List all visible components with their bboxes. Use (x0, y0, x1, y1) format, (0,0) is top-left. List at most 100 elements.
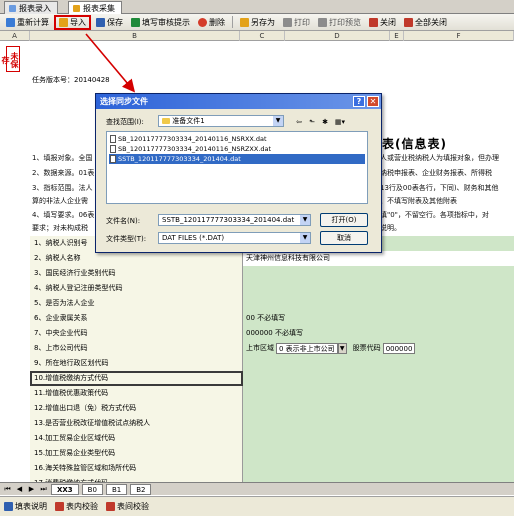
chevron-down-icon[interactable]: ▼ (300, 215, 310, 225)
back-icon[interactable]: ⇦ (294, 117, 304, 127)
file-item-selected[interactable]: SSTB_120117777303334_201404.dat (109, 154, 365, 164)
row-value[interactable]: 天津神州信息科技有限公司 (243, 251, 514, 266)
row-label[interactable]: 3、国民经济行业类别代码 (30, 266, 243, 281)
lookin-value: 准备文件1 (172, 117, 205, 125)
new-folder-icon[interactable]: ✱ (320, 117, 330, 127)
row-value[interactable] (243, 401, 514, 416)
row-value[interactable] (243, 356, 514, 371)
note-line: 2、数据来源。01表 (32, 169, 95, 177)
row-value[interactable] (243, 386, 514, 401)
last-sheet-icon[interactable]: ⏭ (39, 485, 48, 494)
column-header[interactable]: B (30, 31, 240, 41)
lookin-combo[interactable]: 准备文件1 ▼ (158, 115, 284, 127)
delete-button[interactable]: 删除 (195, 15, 228, 29)
fill-instructions-button[interactable]: 填表说明 (4, 501, 47, 512)
note-line: 3、指标范围。法人 (32, 184, 93, 192)
cross-check-label: 表间校验 (117, 502, 149, 511)
up-folder-icon[interactable]: ⬑ (307, 117, 317, 127)
row-label[interactable]: 2、纳税人名称 (30, 251, 243, 266)
listed-area-select[interactable]: 0 表示非上市公司 (276, 342, 338, 354)
filetype-label: 文件类型(T): (106, 235, 147, 243)
chevron-down-icon[interactable]: ▼ (273, 116, 283, 126)
column-header[interactable]: C (240, 31, 285, 41)
print-button[interactable]: 打印 (280, 15, 313, 29)
cross-check-button[interactable]: 表间校验 (106, 501, 149, 512)
tab-report-entry[interactable]: 报表录入 (4, 1, 58, 14)
close-icon (369, 17, 378, 27)
view-menu-icon[interactable]: ▦▾ (333, 117, 347, 127)
file-item[interactable]: SB_120117777303334_20140116_NSRXX.dat (109, 134, 365, 144)
note-line: 纳税申报表、企业财务报表、所得税 (380, 169, 492, 177)
help-icon[interactable]: ? (353, 96, 365, 107)
stock-code-input[interactable]: 000000 (382, 342, 416, 354)
row-label[interactable]: 5、是否为法人企业 (30, 296, 243, 311)
row-label[interactable]: 12.增值出口退（免）税方式代码 (30, 401, 243, 416)
audit-tip-button[interactable]: 填写审核提示 (128, 15, 193, 29)
row-value[interactable] (243, 371, 514, 386)
row-label[interactable]: 16.海关特殊监管区域和场所代码 (30, 461, 243, 476)
file-icon (110, 135, 116, 143)
column-header[interactable]: E (390, 31, 404, 41)
column-header[interactable]: D (285, 31, 390, 41)
row-value[interactable] (243, 461, 514, 476)
inner-check-button[interactable]: 表内校验 (55, 501, 98, 512)
row-label[interactable]: 6、企业隶属关系 (30, 311, 243, 326)
row-value[interactable] (243, 416, 514, 431)
row-label[interactable]: 8、上市公司代码 (30, 341, 243, 356)
row-value[interactable] (243, 446, 514, 461)
toolbar-separator (232, 16, 233, 28)
row-value[interactable] (243, 266, 514, 281)
cancel-button[interactable]: 取消 (320, 231, 368, 245)
row-value[interactable]: 上市区域 0 表示非上市公司 ▼ 股票代码 000000 (243, 341, 514, 356)
row-label[interactable]: 7、中央企业代码 (30, 326, 243, 341)
dialog-title-bar[interactable]: 选择同步文件 ? ✕ (96, 94, 381, 109)
row-value[interactable]: 00 不必填写 (243, 311, 514, 326)
file-name: SB_120117777303334_20140116_NSRXX.dat (118, 135, 267, 143)
save-as-button[interactable]: 另存为 (237, 15, 278, 29)
chevron-down-icon[interactable]: ▼ (337, 342, 347, 354)
row-value[interactable] (243, 281, 514, 296)
table-row: 16.海关特殊监管区域和场所代码 (30, 461, 514, 476)
prev-sheet-icon[interactable]: ◀ (15, 485, 24, 493)
row-label[interactable]: 9、所在地行政区划代码 (30, 356, 243, 371)
sheet-tab[interactable]: B2 (130, 483, 152, 495)
sheet-tab[interactable]: B0 (81, 483, 103, 495)
task-version: 任务版本号：20140428 (32, 76, 110, 84)
print-label: 打印 (294, 17, 310, 27)
close-icon[interactable]: ✕ (367, 96, 379, 107)
column-header[interactable]: A (0, 31, 30, 41)
recalc-icon (6, 17, 15, 27)
row-label[interactable]: 10.增值税缴纳方式代码 (30, 371, 243, 386)
table-row: 10.增值税缴纳方式代码 (30, 371, 514, 386)
sheet-tab[interactable]: B1 (105, 483, 128, 495)
close-all-label: 全部关闭 (415, 17, 447, 27)
open-button[interactable]: 打开(O) (320, 213, 368, 227)
column-header[interactable]: F (404, 31, 514, 41)
file-list[interactable]: SB_120117777303334_20140116_NSRXX.dat SB… (106, 131, 368, 204)
next-sheet-icon[interactable]: ▶ (27, 485, 36, 493)
table-row: 8、上市公司代码 上市区域 0 表示非上市公司 ▼ 股票代码 000000 (30, 341, 514, 356)
save-button[interactable]: 保存 (93, 15, 126, 29)
close-all-button[interactable]: 全部关闭 (401, 15, 450, 29)
row-label[interactable]: 14.加工贸易企业区域代码 (30, 431, 243, 446)
column-header-row: A B C D E F (0, 31, 514, 41)
print-preview-button[interactable]: 打印预览 (315, 15, 364, 29)
row-label[interactable]: 4、纳税人登记注册类型代码 (30, 281, 243, 296)
row-value[interactable] (243, 431, 514, 446)
import-button[interactable]: 导入 (54, 14, 91, 30)
row-value[interactable] (243, 296, 514, 311)
row-label[interactable]: 13.是否营业税改征增值税试点纳税人 (30, 416, 243, 431)
first-sheet-icon[interactable]: ⏮ (3, 485, 12, 494)
file-name: SSTB_120117777303334_201404.dat (118, 155, 241, 163)
tab-report-collect[interactable]: 报表采集 (68, 1, 122, 14)
recalc-button[interactable]: 重新计算 (3, 15, 52, 29)
row-label[interactable]: 11.增值税优惠政策代码 (30, 386, 243, 401)
close-button[interactable]: 关闭 (366, 15, 399, 29)
row-value[interactable]: 000000 不必填写 (243, 326, 514, 341)
chevron-down-icon[interactable]: ▼ (300, 233, 310, 243)
sheet-tab[interactable]: XX3 (51, 483, 79, 495)
row-label[interactable]: 15.加工贸易企业类型代码 (30, 446, 243, 461)
filetype-select[interactable]: DAT FILES (*.DAT) ▼ (158, 232, 311, 244)
filename-input[interactable]: SSTB_120117777303334_201404.dat ▼ (158, 214, 311, 226)
file-item[interactable]: SB_120117777303334_20140116_NSRZXX.dat (109, 144, 365, 154)
